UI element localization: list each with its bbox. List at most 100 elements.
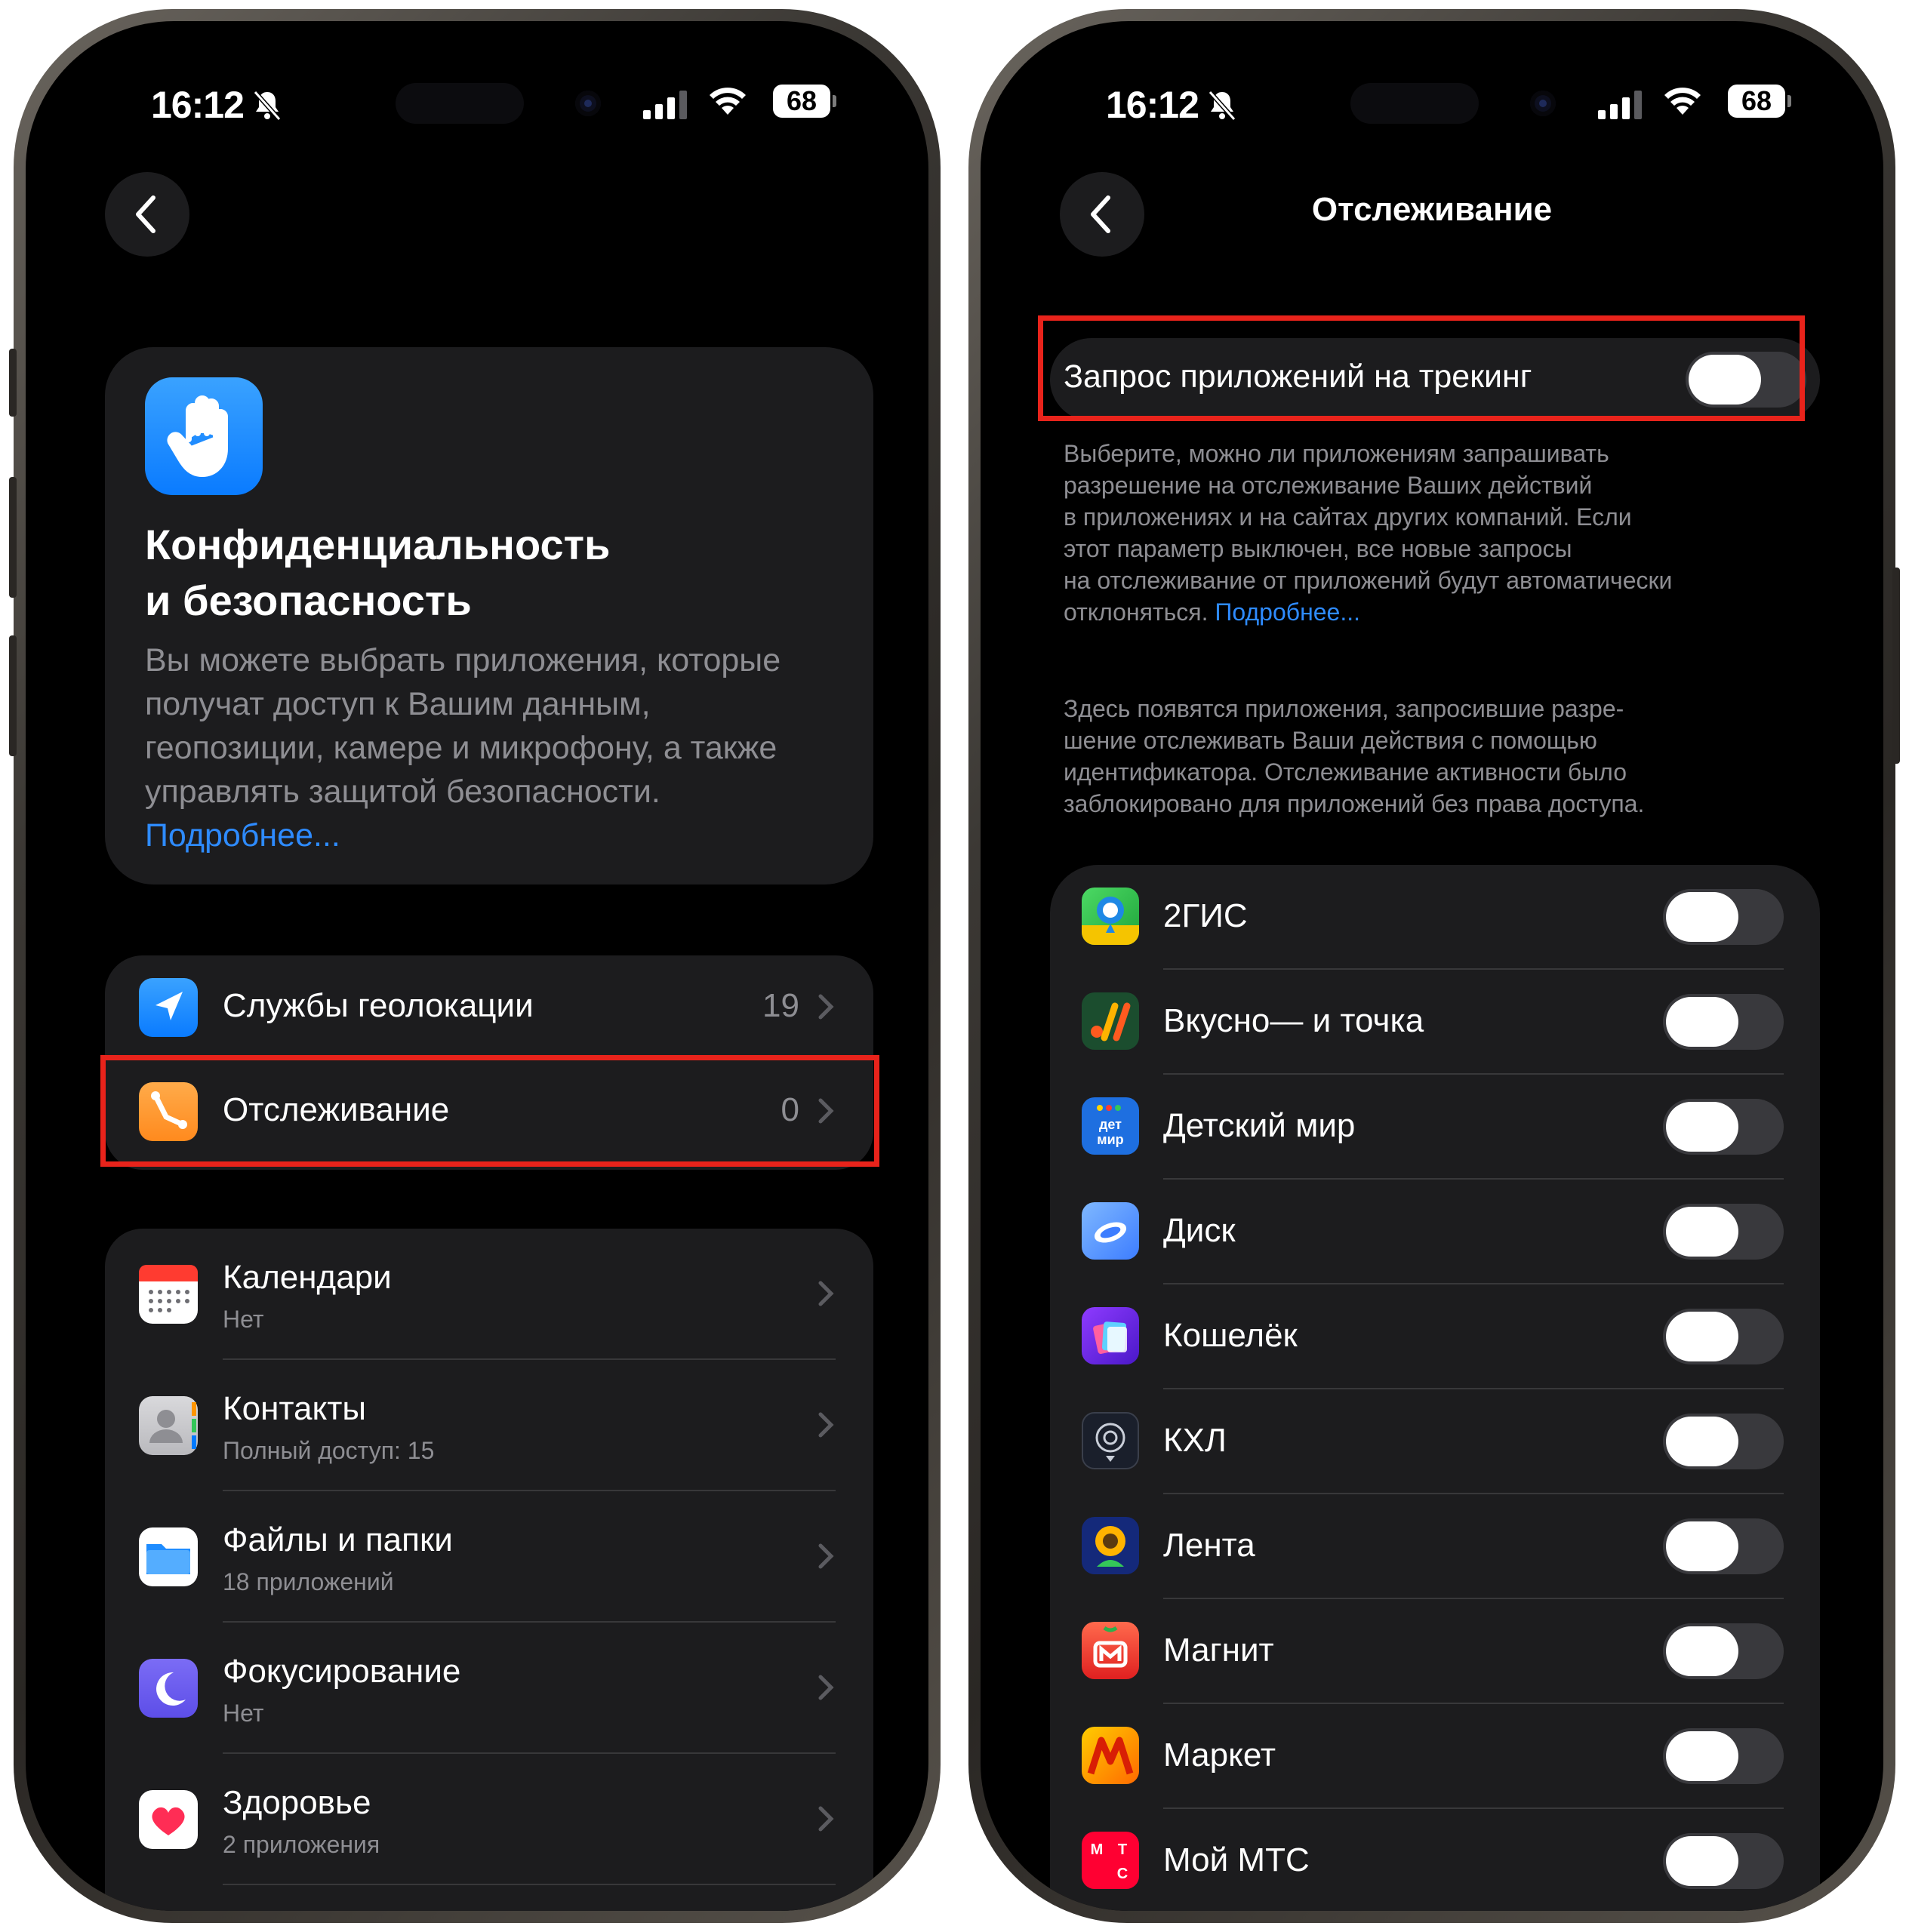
note-line: заблокировано для приложений без права д… [1064,790,1645,817]
learn-more-link[interactable]: Подробнее... [145,814,854,857]
row-health[interactable]: Здоровье 2 приложения [105,1754,873,1885]
privacy-header-card: Конфиденциальность и безопасность Вы мож… [105,347,873,884]
chevron-right-icon [818,1806,834,1832]
app-disk-icon [1082,1202,1139,1260]
app-row-market: Маркет [1050,1704,1820,1809]
note-line: Здесь появятся приложения, запросившие р… [1064,695,1624,722]
row-label: Календари [223,1259,392,1296]
chevron-right-icon [818,994,834,1020]
health-heart-icon [139,1790,198,1849]
app-koshelek-icon [1082,1307,1139,1364]
note-line: в приложениях и на сайтах других компани… [1064,503,1632,531]
page-title-line: Конфиденциальность [145,521,611,568]
row-count: 19 [762,987,799,1024]
app-tracking-toggle[interactable] [1663,1204,1784,1260]
app-name: Диск [1163,1212,1236,1249]
note-line: на отслеживание от приложений будут авто… [1064,567,1673,594]
silent-bell-icon [253,91,282,121]
header-description: Вы можете выбрать приложения, которые по… [145,638,854,857]
learn-more-link[interactable]: Подробнее... [1215,598,1360,626]
side-button [9,349,17,417]
nav-title: Отслеживание [1311,191,1553,228]
app-tracking-toggle[interactable] [1663,994,1784,1050]
page-title: Конфиденциальность и безопасность [145,517,824,629]
app-row-magnit: Магнит [1050,1599,1820,1704]
app-tracking-toggle[interactable] [1663,1833,1784,1889]
chevron-right-icon [818,1281,834,1306]
chevron-right-icon [818,1543,834,1569]
cellular-signal-icon [1598,91,1642,119]
app-row-detmir: дет мир Детский мир [1050,1075,1820,1180]
note-text: отклоняться. [1064,598,1209,626]
side-button [1892,568,1900,764]
row-location-services[interactable]: Службы геолокации 19 [105,955,873,1060]
app-tracking-toggle[interactable] [1663,1518,1784,1574]
app-row-lenta: Лента [1050,1494,1820,1599]
row-label: Фокусирование [223,1653,461,1690]
moon-icon [139,1659,198,1718]
back-button[interactable] [105,172,189,257]
note-line: идентификатора. Отслеживание активности … [1064,758,1627,786]
screen-tracking: 16:12 68 Отслеживание Запрос приложений … [981,21,1883,1911]
app-row-mts: МТС Мой МТС [1050,1809,1820,1911]
description-line: получат доступ к Вашим данным, [145,686,651,722]
svg-text:М: М [1091,1841,1104,1858]
highlight-box [1038,315,1805,421]
app-tracking-toggle[interactable] [1663,1414,1784,1469]
app-2gis-icon [1082,888,1139,945]
app-row-vkusno: Вкусно— и точка [1050,970,1820,1075]
description-line: Вы можете выбрать приложения, которые [145,642,781,678]
app-tracking-toggle[interactable] [1663,1728,1784,1784]
row-contacts[interactable]: Контакты Полный доступ: 15 [105,1360,873,1491]
app-tracking-toggle[interactable] [1663,1623,1784,1679]
side-button [9,477,17,598]
phone-frame-right: 16:12 68 Отслеживание Запрос приложений … [968,9,1900,1923]
note-line: разрешение на отслеживание Ваших действи… [1064,472,1593,499]
row-focus[interactable]: Фокусирование Нет [105,1623,873,1754]
chevron-right-icon [818,1675,834,1700]
app-row-2gis: 2ГИС [1050,865,1820,970]
app-market-icon [1082,1727,1139,1784]
tracking-apps-explanation: Здесь появятся приложения, запросившие р… [1064,693,1788,820]
status-time: 16:12 [1106,84,1199,126]
note-line: отклоняться. Подробнее... [1064,596,1788,628]
row-calendars[interactable]: Календари Нет [105,1229,873,1360]
app-name: Лента [1163,1527,1255,1564]
chevron-left-icon [136,195,155,233]
wifi-icon [710,88,746,115]
app-tracking-toggle[interactable] [1663,1099,1784,1155]
status-bar: 16:12 68 [26,77,928,143]
svg-text:Т: Т [1118,1841,1127,1858]
note-line: шение отслеживать Ваши действия с помощь… [1064,727,1597,754]
row-label: Службы геолокации [223,987,534,1024]
row-label: Здоровье [223,1784,371,1821]
note-line: Выберите, можно ли приложениям запрашива… [1064,440,1609,467]
app-detmir-icon: дет мир [1082,1097,1139,1155]
battery-indicator: 68 [773,85,836,118]
silent-bell-icon [1208,91,1236,121]
settings-group-permissions: Календари Нет Контакты Полный доступ: 15… [105,1229,873,1911]
app-name: КХЛ [1163,1422,1227,1459]
row-files[interactable]: Файлы и папки 18 приложений [105,1491,873,1623]
app-name: Магнит [1163,1632,1274,1669]
app-name: Кошелёк [1163,1317,1298,1354]
app-khl-icon [1082,1412,1139,1469]
side-button [9,635,17,756]
chevron-right-icon [818,1412,834,1438]
app-tracking-toggle[interactable] [1663,1309,1784,1364]
tracking-explanation: Выберите, можно ли приложениям запрашива… [1064,438,1788,628]
separator [223,1884,836,1885]
app-row-koshelek: Кошелёк [1050,1284,1820,1389]
cellular-signal-icon [643,91,687,119]
note-line: этот параметр выключен, все новые запрос… [1064,535,1572,562]
calendar-icon [139,1265,198,1324]
app-tracking-toggle[interactable] [1663,889,1784,945]
description-line: геопозиции, камере и микрофону, а также [145,730,777,766]
page-title-line: и безопасность [145,577,472,624]
status-time: 16:12 [151,84,245,126]
dynamic-island [380,77,667,130]
svg-text:С: С [1117,1866,1128,1882]
app-row-disk: Диск [1050,1180,1820,1284]
highlight-box [100,1055,879,1167]
wifi-icon [1664,88,1701,115]
